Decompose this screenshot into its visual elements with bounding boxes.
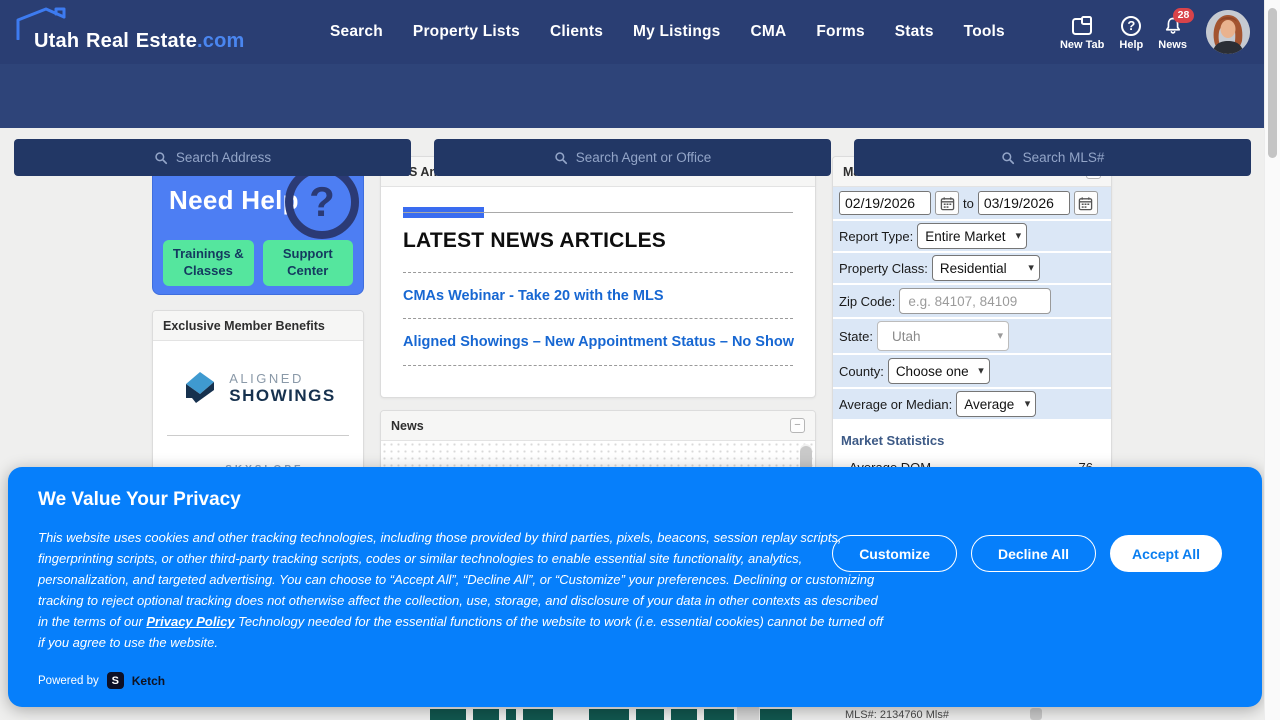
trainings-classes-button[interactable]: Trainings & Classes [163,240,254,286]
county-select[interactable]: Choose one [888,358,990,384]
powered-by-label: Powered by [38,675,99,687]
zip-code-input[interactable] [899,288,1051,314]
nav-item-clients[interactable]: Clients [550,23,603,41]
customize-button[interactable]: Customize [832,535,957,572]
property-class-row: Property Class: Residential [833,253,1111,285]
search-icon [1001,151,1015,165]
date-range-row: to [833,187,1111,221]
new-tab-button[interactable]: New Tab [1060,14,1104,51]
state-row: State: Utah [833,319,1111,355]
mls-announcements-panel: MLS Announcements LATEST NEWS ARTICLES C… [380,156,816,398]
aligned-showings-icon [180,368,220,408]
logo-main: Utah Real Estate [34,30,197,52]
main-nav: Search Property Lists Clients My Listing… [330,0,1005,64]
support-center-button[interactable]: Support Center [263,240,354,286]
latest-news-headline: LATEST NEWS ARTICLES [403,229,666,253]
search-icon [554,151,568,165]
report-type-label: Report Type: [839,229,913,244]
zip-code-label: Zip Code: [839,294,895,309]
nav-item-tools[interactable]: Tools [964,23,1005,41]
page-scrollbar-thumb[interactable] [1268,8,1277,158]
site-logo[interactable]: Utah Real Estate.com [12,6,212,58]
date-to-input[interactable] [978,191,1070,215]
county-row: County: Choose one [833,355,1111,389]
calendar-icon[interactable] [1074,191,1098,215]
property-class-select[interactable]: Residential [932,255,1040,281]
header-actions: New Tab ? Help 28 News [1060,0,1250,64]
logo-suffix: .com [197,30,244,52]
agent-office-search-placeholder: Search Agent or Office [576,150,712,165]
to-label: to [963,196,974,211]
top-navigation-bar: Utah Real Estate.com Search Property Lis… [0,0,1280,64]
article-link[interactable]: Aligned Showings – New Appointment Statu… [403,334,794,350]
state-select[interactable]: Utah [877,321,1009,351]
privacy-banner-title: We Value Your Privacy [38,489,241,511]
mls-number-search-input[interactable]: Search MLS# [854,139,1251,176]
date-from-input[interactable] [839,191,931,215]
address-search-input[interactable]: Search Address [14,139,411,176]
average-median-select[interactable]: Average [956,391,1036,417]
news-panel-title: News [391,419,424,433]
page: Utah Real Estate.com Search Property Lis… [0,0,1280,720]
news-badge: 28 [1173,8,1195,23]
avatar-photo [1206,10,1250,54]
quick-search-bar: Search Address Search Agent or Office Se… [0,64,1280,128]
user-avatar[interactable] [1206,10,1250,54]
help-icon: ? [1121,14,1141,36]
report-type-select[interactable]: Entire Market [917,223,1027,249]
bell-icon: 28 [1163,14,1183,36]
help-button[interactable]: ? Help [1119,14,1143,51]
average-median-row: Average or Median: Average [833,389,1111,421]
new-tab-label: New Tab [1060,39,1104,51]
clipped-panel-edge [737,707,759,720]
mls-number-search-placeholder: Search MLS# [1023,150,1105,165]
accept-all-button[interactable]: Accept All [1110,535,1222,572]
help-label: Help [1119,39,1143,51]
nav-item-forms[interactable]: Forms [816,23,864,41]
collapse-icon[interactable]: − [790,418,805,433]
cookie-consent-banner: We Value Your Privacy This website uses … [8,467,1262,707]
member-benefits-title: Exclusive Member Benefits [163,319,325,333]
logo-wordmark: Utah Real Estate.com [34,30,245,53]
news-button[interactable]: 28 News [1158,14,1187,51]
need-help-card: Need Help ? Trainings & Classes Support … [152,158,364,295]
article-link[interactable]: CMAs Webinar - Take 20 with the MLS [403,288,664,304]
nav-item-search[interactable]: Search [330,23,383,41]
address-search-placeholder: Search Address [176,150,271,165]
nav-item-stats[interactable]: Stats [895,23,934,41]
average-median-label: Average or Median: [839,397,952,412]
calendar-icon[interactable] [935,191,959,215]
dashed-divider [403,365,793,366]
zip-code-row: Zip Code: [833,285,1111,319]
dashed-divider [403,318,793,319]
privacy-banner-body: This website uses cookies and other trac… [38,527,888,653]
market-statistics-panel: Market Statistics − to Report Type: Enti… [832,156,1112,490]
privacy-policy-link[interactable]: Privacy Policy [146,614,234,629]
aligned-showings-wordmark: ALIGNED SHOWINGS [229,371,335,406]
clipped-scrollbar-thumb [1030,708,1042,720]
results-subtitle: Market Statistics [833,431,1111,456]
state-label: State: [839,329,873,344]
nav-item-property-lists[interactable]: Property Lists [413,23,520,41]
report-type-row: Report Type: Entire Market [833,221,1111,253]
powered-by-ketch[interactable]: Powered by S Ketch [38,672,165,689]
property-class-label: Property Class: [839,261,928,276]
ketch-name: Ketch [132,674,165,688]
rule-line [403,212,793,213]
page-scrollbar [1264,0,1280,720]
dashed-divider [403,272,793,273]
question-mark-icon: ? [285,165,359,239]
clipped-mls-text: MLS#: 2134760 Mls# [845,709,949,720]
search-icon [154,151,168,165]
agent-office-search-input[interactable]: Search Agent or Office [434,139,831,176]
county-label: County: [839,364,884,379]
ketch-logo-icon: S [107,672,124,689]
aligned-showings-link[interactable]: ALIGNED SHOWINGS [153,341,363,435]
nav-item-cma[interactable]: CMA [750,23,786,41]
news-label: News [1158,39,1187,51]
decline-all-button[interactable]: Decline All [971,535,1096,572]
need-help-title: Need Help [169,185,299,216]
new-tab-icon [1071,14,1093,36]
nav-item-my-listings[interactable]: My Listings [633,23,720,41]
